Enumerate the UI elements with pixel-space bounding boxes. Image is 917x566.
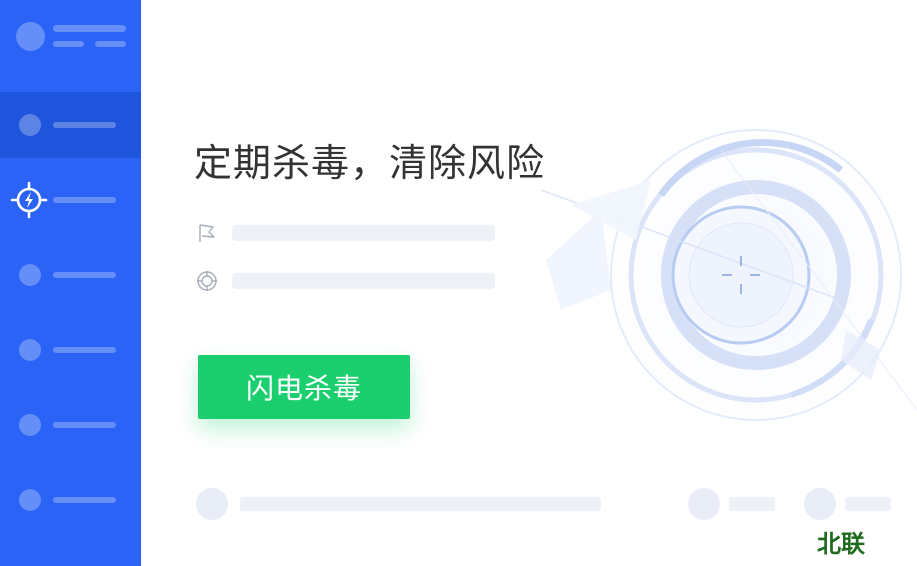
footer-icon-placeholder (196, 488, 228, 520)
footer-icon-placeholder (688, 488, 720, 520)
sidebar-item-label-placeholder (53, 197, 116, 203)
page-title: 定期杀毒，清除风险 (194, 141, 546, 185)
sidebar-item-icon-placeholder (19, 414, 41, 436)
sidebar-item-icon-placeholder (19, 489, 41, 511)
sidebar-item-5[interactable] (0, 392, 141, 458)
flag-icon (199, 224, 215, 242)
sidebar-title-placeholder (53, 25, 126, 32)
sidebar-item-label-placeholder (53, 122, 116, 128)
sidebar-item-icon-placeholder (19, 264, 41, 286)
main-panel: 定期杀毒，清除风险 闪电杀毒 (141, 0, 917, 566)
radar-graphic (541, 110, 917, 450)
footer-text-placeholder (240, 497, 601, 511)
sidebar-item-icon-placeholder (19, 339, 41, 361)
target-icon (197, 271, 217, 291)
info-row-placeholder (232, 273, 495, 289)
sidebar-item-1[interactable] (0, 92, 141, 158)
sidebar-item-label-placeholder (53, 497, 116, 503)
sidebar-item-4[interactable] (0, 317, 141, 383)
footer-icon-placeholder (804, 488, 836, 520)
watermark-text: 北联 (817, 530, 865, 558)
sidebar-item-label-placeholder (53, 347, 116, 353)
quick-scan-button-label: 闪电杀毒 (245, 372, 362, 405)
sidebar-item-virus-scan[interactable] (0, 167, 141, 233)
info-row-placeholder (232, 225, 495, 241)
footer-text-placeholder (729, 497, 775, 511)
sidebar-logo-placeholder (16, 22, 45, 51)
sidebar (0, 0, 141, 566)
antivirus-window: 定期杀毒，清除风险 闪电杀毒 北联 (0, 0, 917, 566)
sidebar-item-icon-placeholder (19, 114, 41, 136)
sidebar-item-3[interactable] (0, 242, 141, 308)
lightning-shield-icon (10, 181, 48, 219)
sidebar-subtitle-placeholder (53, 41, 84, 47)
sidebar-item-label-placeholder (53, 272, 116, 278)
sidebar-subtitle-placeholder (95, 41, 126, 47)
sidebar-item-6[interactable] (0, 467, 141, 533)
quick-scan-button[interactable]: 闪电杀毒 (198, 355, 410, 419)
footer-text-placeholder (845, 497, 891, 511)
sidebar-item-label-placeholder (53, 422, 116, 428)
